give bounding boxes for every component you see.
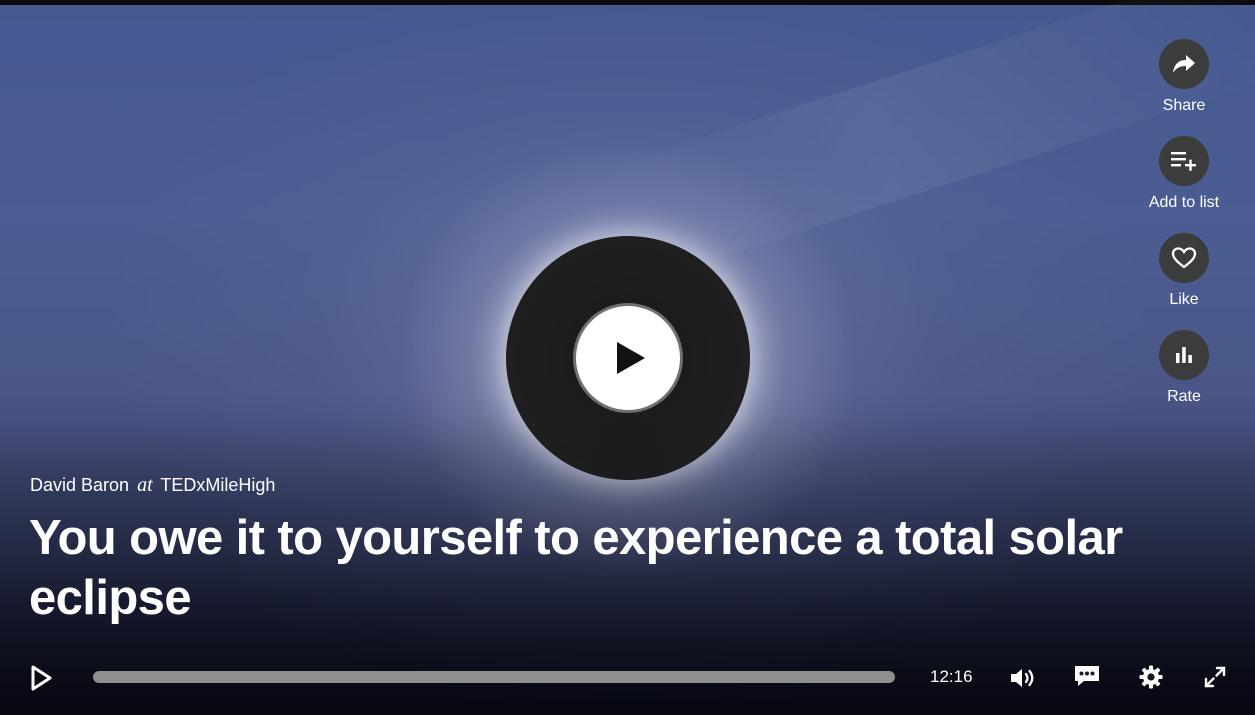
fullscreen-icon: [1204, 666, 1226, 688]
rate-label: Rate: [1167, 388, 1201, 405]
play-button[interactable]: [26, 663, 56, 693]
bar-chart-icon: [1176, 347, 1192, 363]
subtitles-button[interactable]: [1072, 661, 1102, 691]
video-player[interactable]: Share Add to list Like Rate David Baron …: [0, 0, 1255, 715]
talk-title: You owe it to yourself to experience a t…: [29, 511, 1123, 625]
add-to-list-icon-circle: [1159, 136, 1209, 186]
share-icon: [1173, 55, 1195, 73]
event-name[interactable]: TEDxMileHigh: [160, 475, 275, 495]
heart-icon: [1171, 247, 1197, 269]
share-icon-circle: [1159, 39, 1209, 89]
progress-bar[interactable]: [93, 671, 895, 683]
play-icon: [31, 665, 52, 691]
like-button[interactable]: Like: [1140, 233, 1228, 330]
add-to-list-label: Add to list: [1148, 194, 1220, 211]
like-label: Like: [1169, 291, 1199, 308]
play-icon: [617, 342, 645, 374]
subtitles-icon: [1075, 666, 1099, 686]
volume-button[interactable]: [1008, 663, 1038, 693]
top-bar: [0, 0, 1255, 5]
side-actions: Share Add to list Like Rate: [1140, 39, 1228, 427]
speaker-name[interactable]: David Baron: [30, 475, 129, 495]
add-to-list-button[interactable]: Add to list: [1140, 136, 1228, 233]
big-play-button[interactable]: [573, 303, 683, 413]
fullscreen-button[interactable]: [1200, 662, 1230, 692]
speaker-byline: David Baron at TEDxMileHigh: [30, 474, 275, 497]
at-word: at: [137, 474, 153, 496]
add-to-list-icon: [1171, 152, 1196, 171]
share-label: Share: [1162, 97, 1206, 114]
share-button[interactable]: Share: [1140, 39, 1228, 136]
rate-icon-circle: [1159, 330, 1209, 380]
volume-icon: [1011, 669, 1034, 687]
settings-icon: [1139, 665, 1163, 689]
rate-button[interactable]: Rate: [1140, 330, 1228, 427]
player-controls: 12:16: [0, 655, 1255, 700]
duration-label: 12:16: [930, 667, 973, 686]
settings-button[interactable]: [1136, 662, 1166, 692]
like-icon-circle: [1159, 233, 1209, 283]
